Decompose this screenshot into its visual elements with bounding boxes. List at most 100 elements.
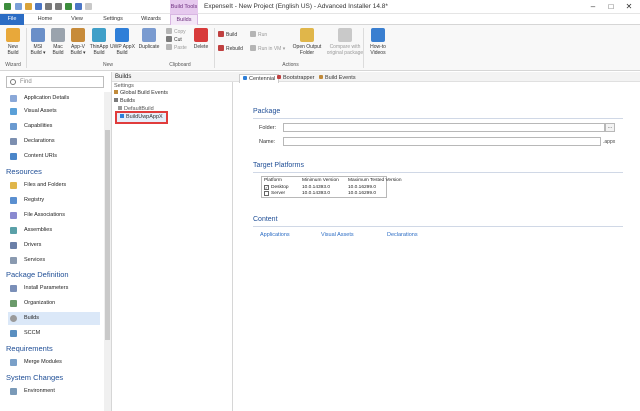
sidebar-item-services[interactable]: Services xyxy=(8,254,100,267)
sidebar-item-drivers[interactable]: Drivers xyxy=(8,239,100,252)
sidebar-item-content-uris[interactable]: Content URIs xyxy=(8,150,100,163)
sidebar-item-declarations[interactable]: Declarations xyxy=(8,135,100,148)
rebuild-icon xyxy=(218,45,224,51)
duplicate-label: Duplicate xyxy=(138,44,160,50)
copy-icon xyxy=(166,28,172,34)
tab-bootstrapper[interactable]: Bootstrapper xyxy=(277,74,315,83)
mac-build-button[interactable]: Mac Build xyxy=(48,28,68,56)
appv-build-button[interactable]: App-V Build ▾ xyxy=(68,28,88,56)
cut-button[interactable]: Cut xyxy=(166,36,182,44)
sidebar-scrollbar[interactable] xyxy=(104,92,111,411)
sidebar-item-visual-assets[interactable]: Visual Assets xyxy=(8,105,100,118)
build-button[interactable]: Build xyxy=(218,31,237,39)
sidebar-item-capabilities[interactable]: Capabilities xyxy=(8,120,100,133)
sidebar-item-registry[interactable]: Registry xyxy=(8,194,100,207)
cut-label: Cut xyxy=(174,37,182,43)
close-button[interactable]: ✕ xyxy=(620,0,638,14)
sidebar-item-application-details[interactable]: Application Details xyxy=(8,92,100,105)
browse-folder-button[interactable]: ... xyxy=(605,123,615,132)
tree-item-settings[interactable]: Settings xyxy=(114,83,134,90)
table-row-min-version: 10.0.14393.0 xyxy=(302,185,331,190)
app-logo-icon xyxy=(4,3,11,10)
paste-label: Paste xyxy=(174,45,187,51)
name-input[interactable] xyxy=(283,137,601,146)
rebuild-button[interactable]: Rebuild xyxy=(218,45,243,53)
sidebar-item-merge-modules[interactable]: Merge Modules xyxy=(8,356,100,369)
section-resources: Resources xyxy=(6,167,42,176)
sidebar-item-files-and-folders[interactable]: Files and Folders xyxy=(8,179,100,192)
sccm-icon xyxy=(10,330,17,337)
tab-wizards[interactable]: Wizards xyxy=(136,14,166,25)
desktop-checkbox[interactable]: ✓ xyxy=(264,185,269,190)
sidebar-item-file-associations[interactable]: File Associations xyxy=(8,209,100,222)
run-button[interactable]: Run xyxy=(250,31,267,39)
new-build-button[interactable]: New Build xyxy=(2,28,24,56)
appx-suffix: .appx xyxy=(603,139,616,145)
sidebar-item-install-parameters[interactable]: Install Parameters xyxy=(8,282,100,295)
server-checkbox[interactable] xyxy=(264,191,269,196)
run-in-vm-button[interactable]: Run in VM ▾ xyxy=(250,45,285,53)
new-project-icon[interactable] xyxy=(15,3,22,10)
sidebar-item-sccm[interactable]: SCCM xyxy=(8,327,100,340)
redo-icon[interactable] xyxy=(55,3,62,10)
tree-item-builds[interactable]: Builds xyxy=(114,98,135,105)
tab-build-events[interactable]: Build Events xyxy=(319,74,356,83)
link-applications[interactable]: Applications xyxy=(260,232,290,238)
msi-build-label: MSI Build ▾ xyxy=(30,44,46,56)
maximize-button[interactable]: □ xyxy=(602,0,620,14)
search-box[interactable]: Find xyxy=(6,76,104,88)
link-declarations[interactable]: Declarations xyxy=(387,232,418,238)
sidebar-item-assemblies[interactable]: Assemblies xyxy=(8,224,100,237)
delete-button[interactable]: Delete xyxy=(190,28,212,50)
open-output-folder-button[interactable]: Open Output Folder xyxy=(290,28,324,56)
folder-input[interactable] xyxy=(283,123,605,132)
sidebar-item-organization[interactable]: Organization xyxy=(8,297,100,310)
build-quick-icon[interactable] xyxy=(65,3,72,10)
new-build-label: New Build xyxy=(7,44,19,56)
msi-build-button[interactable]: MSI Build ▾ xyxy=(28,28,48,56)
link-visual-assets[interactable]: Visual Assets xyxy=(321,232,354,238)
duplicate-button[interactable]: Duplicate xyxy=(136,28,162,50)
thinapp-build-button[interactable]: ThinApp Build xyxy=(88,28,110,56)
target-platforms-table: Platform Minimum Version Maximum Tested … xyxy=(261,176,402,198)
tree-item-global-build-events[interactable]: Global Build Events xyxy=(114,90,168,97)
paste-button[interactable]: Paste xyxy=(166,44,187,52)
copy-button[interactable]: Copy xyxy=(166,28,186,36)
bootstrapper-icon xyxy=(277,75,281,79)
save-icon[interactable] xyxy=(35,3,42,10)
build-icon xyxy=(218,31,224,37)
uwp-build-button[interactable]: UWP AppX Build xyxy=(110,28,135,56)
howto-videos-button[interactable]: How-to Videos xyxy=(366,28,390,56)
tab-home[interactable]: Home xyxy=(32,14,58,25)
tab-builds[interactable]: Builds xyxy=(170,14,198,25)
compare-icon xyxy=(338,28,352,42)
tab-settings[interactable]: Settings xyxy=(98,14,128,25)
driver-icon xyxy=(10,242,17,249)
run-quick-icon[interactable] xyxy=(75,3,82,10)
merge-module-icon xyxy=(10,359,17,366)
minimize-button[interactable]: – xyxy=(584,0,602,14)
table-row-max-version: 10.0.16299.0 xyxy=(348,185,377,190)
compare-package-button[interactable]: Compare with original package xyxy=(324,28,366,56)
tab-centennial[interactable]: Centennial xyxy=(239,74,280,83)
scrollbar-thumb[interactable] xyxy=(105,130,110,340)
undo-icon[interactable] xyxy=(45,3,52,10)
vm-icon xyxy=(250,45,256,51)
open-folder-icon[interactable] xyxy=(25,3,32,10)
table-row-max-version: 10.0.16299.0 xyxy=(348,191,377,196)
tab-file[interactable]: File xyxy=(0,14,24,25)
sidebar-item-builds[interactable]: Builds xyxy=(8,312,100,325)
delete-label: Delete xyxy=(193,44,209,50)
sidebar-item-environment[interactable]: Environment xyxy=(8,385,100,398)
ribbon-separator xyxy=(363,28,364,68)
section-requirements: Requirements xyxy=(6,344,53,353)
builds-panel: Builds Settings Global Build Events Buil… xyxy=(112,72,233,411)
title-bar: Build Tools ExpenseIt - New Project (Eng… xyxy=(0,0,640,14)
collapse-icon xyxy=(114,98,118,102)
window-title: ExpenseIt - New Project (English US) - A… xyxy=(204,3,388,10)
run-in-vm-label: Run in VM ▾ xyxy=(258,46,286,52)
tab-view[interactable]: View xyxy=(64,14,90,25)
customize-toolbar-icon[interactable] xyxy=(85,3,92,10)
tree-item-build-uwp-appx[interactable]: BuildUwpAppX xyxy=(115,111,168,124)
search-placeholder: Find xyxy=(20,79,32,85)
